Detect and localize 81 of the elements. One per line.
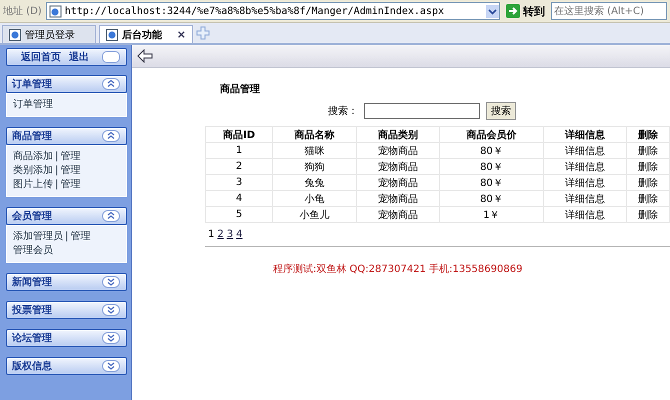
back-arrow-icon[interactable] — [137, 49, 153, 63]
table-cell: 5 — [206, 206, 273, 222]
menu-link[interactable]: 管理 — [60, 149, 80, 163]
details-link[interactable]: 详细信息 — [543, 190, 627, 206]
column-header: 删除 — [626, 126, 670, 142]
separator: | — [55, 164, 58, 176]
details-link[interactable]: 详细信息 — [543, 206, 627, 222]
section-header[interactable]: 投票管理 — [6, 301, 127, 319]
page-icon — [9, 28, 21, 40]
address-field[interactable]: http://localhost:3244/%e7%a8%8b%e5%ba%8f/Manger/AdminIndex.aspx — [46, 2, 500, 20]
column-header: 商品类别 — [356, 126, 440, 142]
address-label: 地址 (D) — [3, 4, 42, 18]
section-header[interactable]: 商品管理 — [6, 127, 127, 145]
search-field[interactable]: 在这里搜索 (Alt+C) — [551, 2, 667, 20]
nav-link[interactable]: 退出 — [69, 50, 89, 64]
menu-link[interactable]: 类别添加 — [13, 163, 53, 177]
browser-tab[interactable]: 后台功能 × — [99, 25, 193, 43]
search-button[interactable]: 搜索 — [486, 102, 516, 120]
details-link[interactable]: 详细信息 — [543, 158, 627, 174]
table-cell: 小鱼儿 — [272, 206, 356, 222]
table-cell: 宠物商品 — [356, 174, 440, 190]
section-header[interactable]: 新闻管理 — [6, 273, 127, 291]
section-header[interactable]: 版权信息 — [6, 357, 127, 375]
table-cell: 3 — [206, 174, 273, 190]
table-cell: 1 — [206, 142, 273, 158]
table-cell: 宠物商品 — [356, 190, 440, 206]
menu-link[interactable]: 添加管理员 — [13, 229, 63, 243]
close-tab-button[interactable]: × — [176, 28, 186, 41]
page-link[interactable]: 2 — [217, 229, 224, 240]
table-cell: 宠物商品 — [356, 142, 440, 158]
page-link[interactable]: 1 — [208, 229, 214, 240]
go-arrow-icon — [506, 4, 520, 18]
delete-link[interactable]: 删除 — [626, 206, 670, 222]
menu-link[interactable]: 管理会员 — [13, 243, 53, 257]
table-cell: 宠物商品 — [356, 206, 440, 222]
column-header: 商品名称 — [272, 126, 356, 142]
menu-link[interactable]: 图片上传 — [13, 177, 53, 191]
page-title: 商品管理 — [219, 82, 261, 96]
table-cell: 80￥ — [440, 174, 544, 190]
table-cell: 宠物商品 — [356, 158, 440, 174]
footer-text: 程序测试:双鱼林 QQ:287307421 手机:13558690869 — [272, 262, 524, 276]
search-input[interactable] — [364, 103, 480, 119]
section-header[interactable]: 会员管理 — [6, 207, 127, 225]
table-cell: 猫咪 — [272, 142, 356, 158]
separator: | — [55, 150, 58, 162]
table-cell: 80￥ — [440, 142, 544, 158]
page-icon — [106, 28, 118, 40]
browser-tab[interactable]: 管理员登录 — [2, 25, 96, 43]
page-link[interactable]: 4 — [236, 229, 242, 240]
table-cell: 1￥ — [440, 206, 544, 222]
table-cell: 80￥ — [440, 190, 544, 206]
table-cell: 2 — [206, 158, 273, 174]
dropdown-icon[interactable] — [486, 4, 499, 18]
menu-link[interactable]: 商品添加 — [13, 149, 53, 163]
page-icon — [48, 4, 62, 18]
menu-link[interactable]: 管理 — [70, 229, 90, 243]
separator: | — [65, 230, 68, 242]
table-cell: 小龟 — [272, 190, 356, 206]
page-link[interactable]: 3 — [226, 229, 234, 240]
column-header: 详细信息 — [543, 126, 627, 142]
section-header[interactable]: 论坛管理 — [6, 329, 127, 347]
table-cell: 兔兔 — [272, 174, 356, 190]
column-header: 商品ID — [206, 126, 273, 142]
details-link[interactable]: 详细信息 — [543, 174, 627, 190]
menu-link[interactable]: 管理 — [60, 177, 80, 191]
delete-link[interactable]: 删除 — [626, 174, 670, 190]
table-cell: 80￥ — [440, 158, 544, 174]
table-cell: 4 — [206, 190, 273, 206]
section-header[interactable]: 订单管理 — [6, 75, 127, 93]
search-label: 搜索： — [328, 104, 358, 118]
separator: | — [55, 178, 58, 190]
delete-link[interactable]: 删除 — [626, 190, 670, 206]
column-header: 商品会员价 — [440, 126, 544, 142]
delete-link[interactable]: 删除 — [626, 158, 670, 174]
nav-link[interactable]: 返回首页 — [21, 50, 61, 64]
menu-link[interactable]: 订单管理 — [13, 97, 53, 111]
go-button[interactable]: 转到 — [504, 4, 547, 18]
menu-link[interactable]: 管理 — [60, 163, 80, 177]
details-link[interactable]: 详细信息 — [543, 142, 627, 158]
table-cell: 狗狗 — [272, 158, 356, 174]
delete-link[interactable]: 删除 — [626, 142, 670, 158]
